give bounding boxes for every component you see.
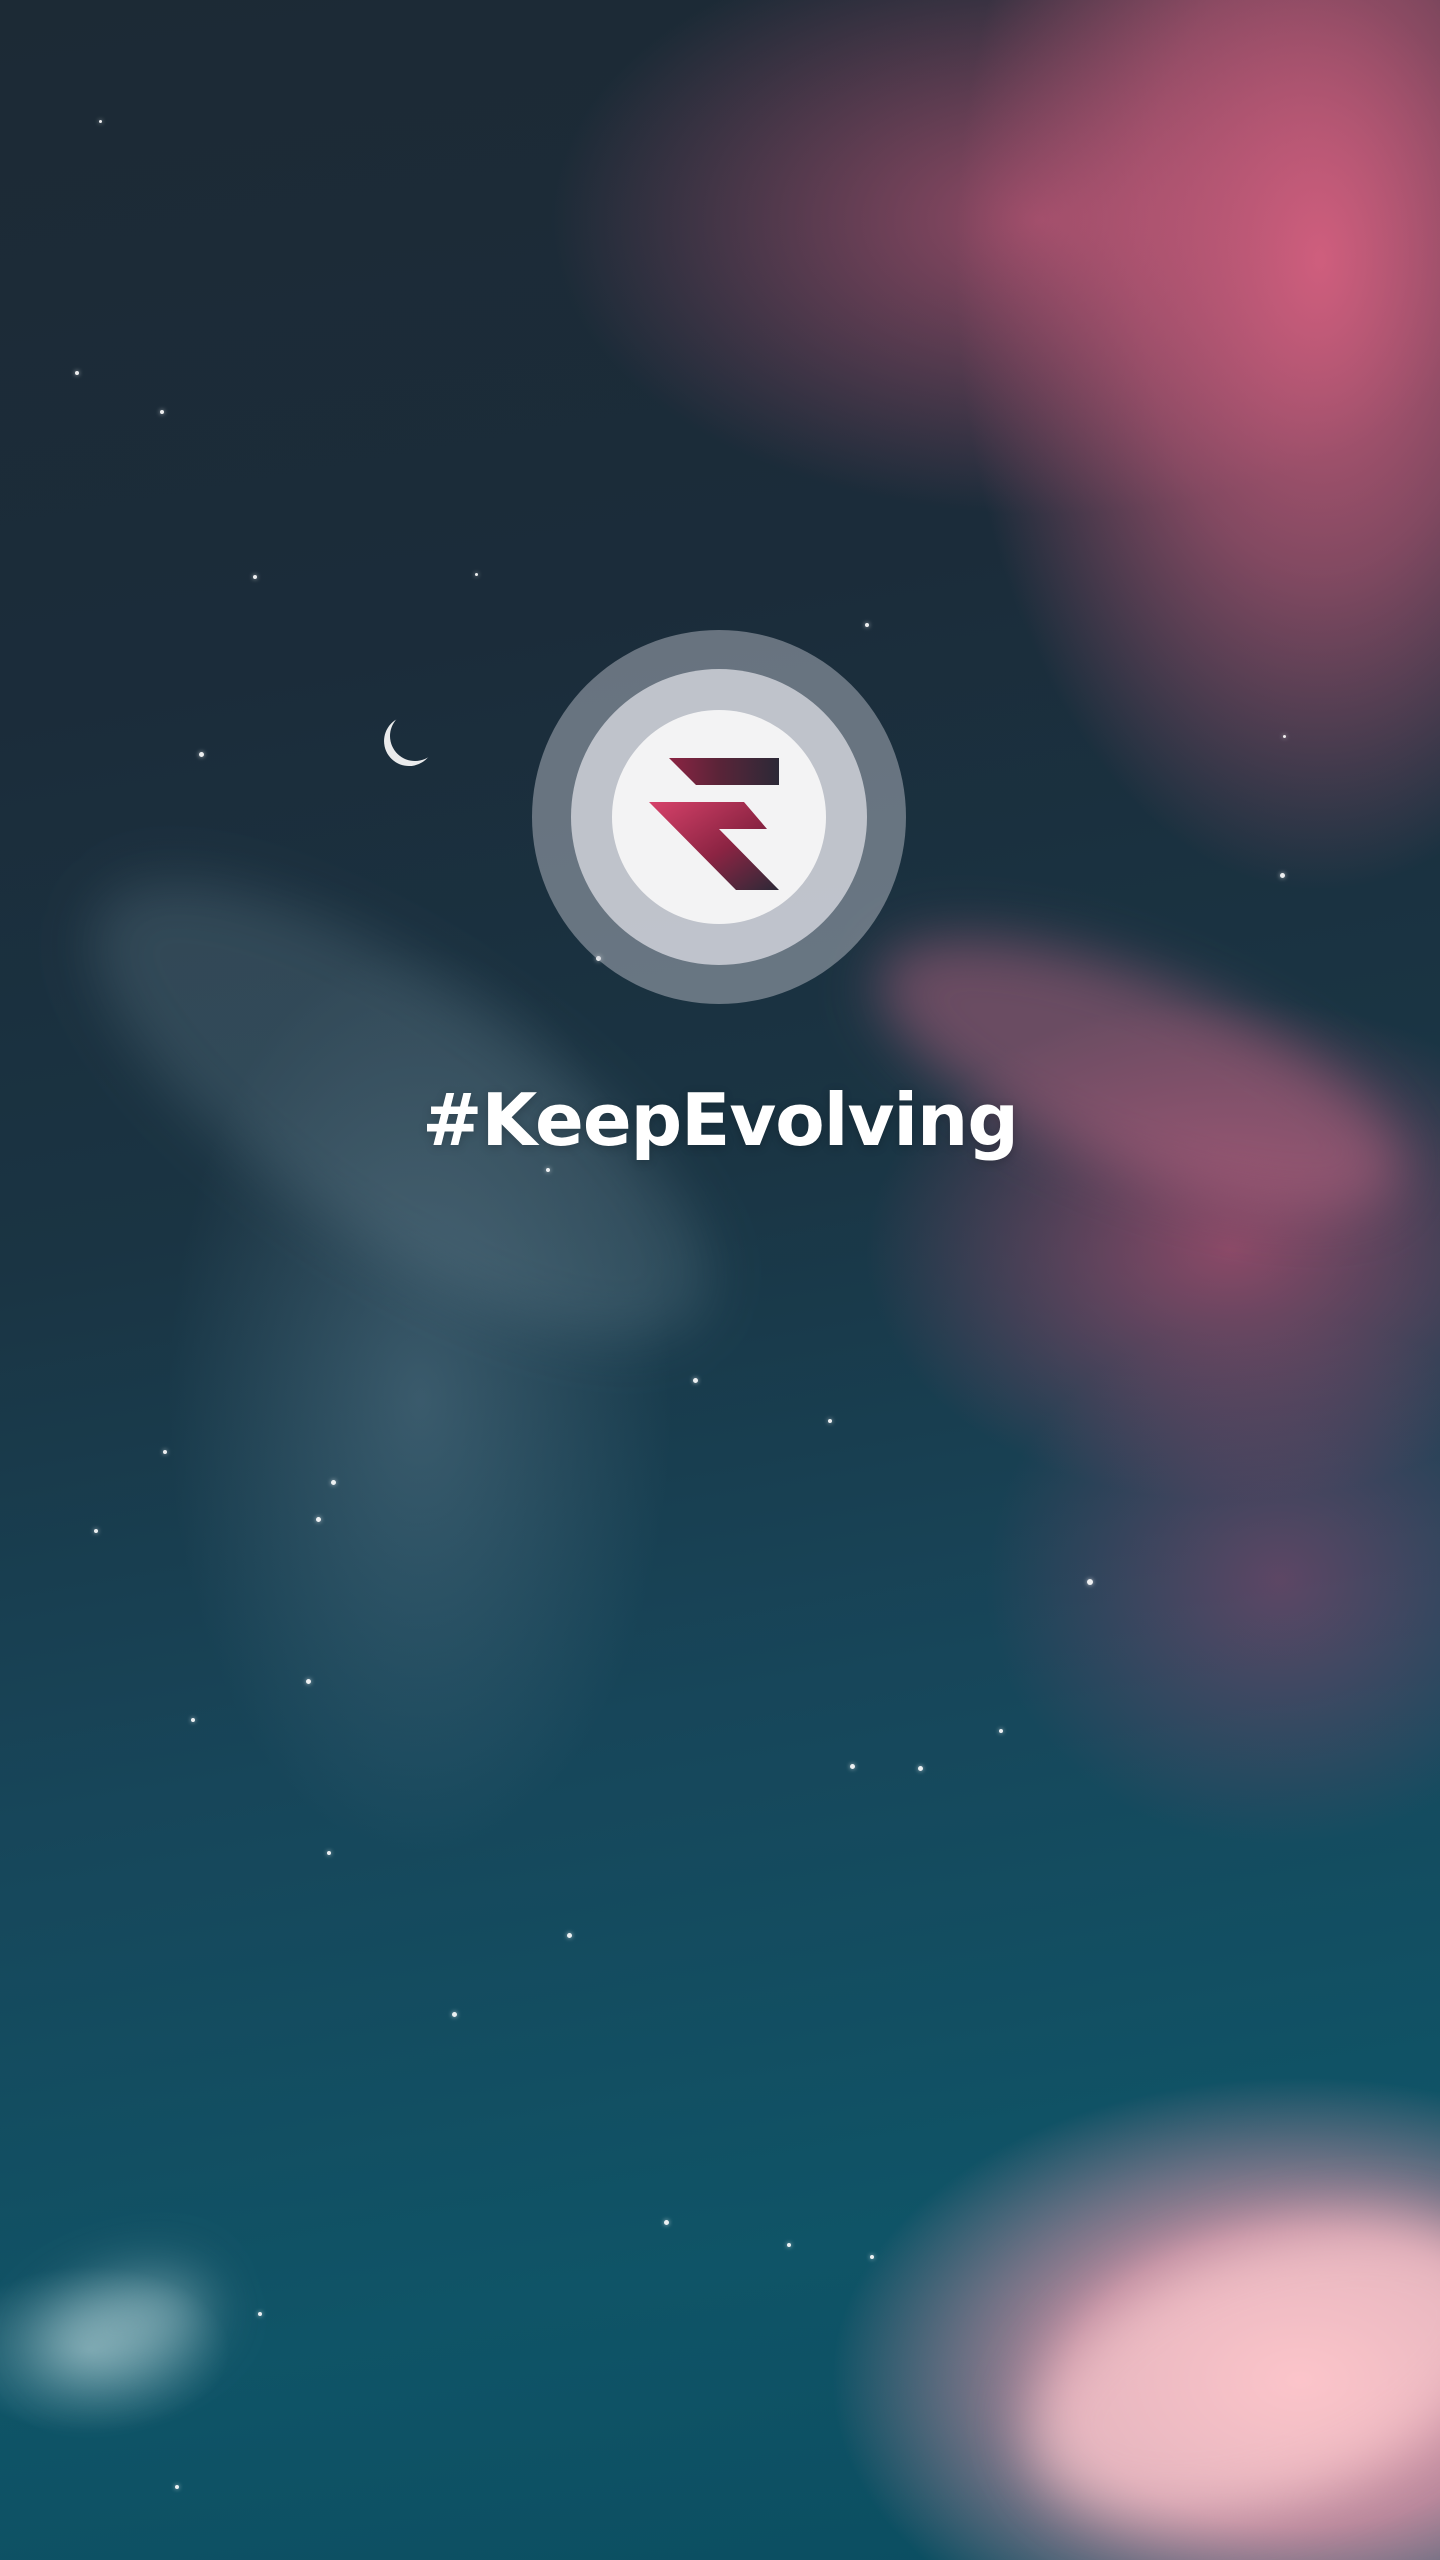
tagline-text: #KeepEvolving [422,1078,1019,1162]
star [1087,1579,1093,1585]
star [828,1419,832,1423]
cloud-wisp [30,2255,220,2395]
star [1283,735,1286,738]
star [546,1168,550,1172]
star [163,1450,167,1454]
star [567,1933,572,1938]
star [1280,873,1285,878]
star [160,410,164,414]
app-logo [532,630,906,1004]
star [870,2255,874,2259]
star [331,1480,336,1485]
stylized-f-logo-icon [649,758,779,890]
star [199,752,204,757]
splash-screen: #KeepEvolving [0,0,1440,2560]
star [306,1679,311,1684]
cloud-wisp [990,2162,1440,2560]
logo-middle-ring [571,669,867,965]
star [693,1378,698,1383]
star [918,1766,923,1771]
star [75,371,79,375]
crescent-moon [386,707,444,765]
star [999,1729,1003,1733]
star [850,1764,855,1769]
star [94,1529,98,1533]
star [253,575,257,579]
star [664,2220,669,2225]
star [865,623,869,627]
star [191,1718,195,1722]
star [175,2485,179,2489]
logo-inner-circle [612,710,826,924]
star [99,120,102,123]
star [258,2312,262,2316]
star [316,1517,321,1522]
star [327,1851,331,1855]
star [787,2243,791,2247]
star [452,2012,457,2017]
star [475,573,478,576]
